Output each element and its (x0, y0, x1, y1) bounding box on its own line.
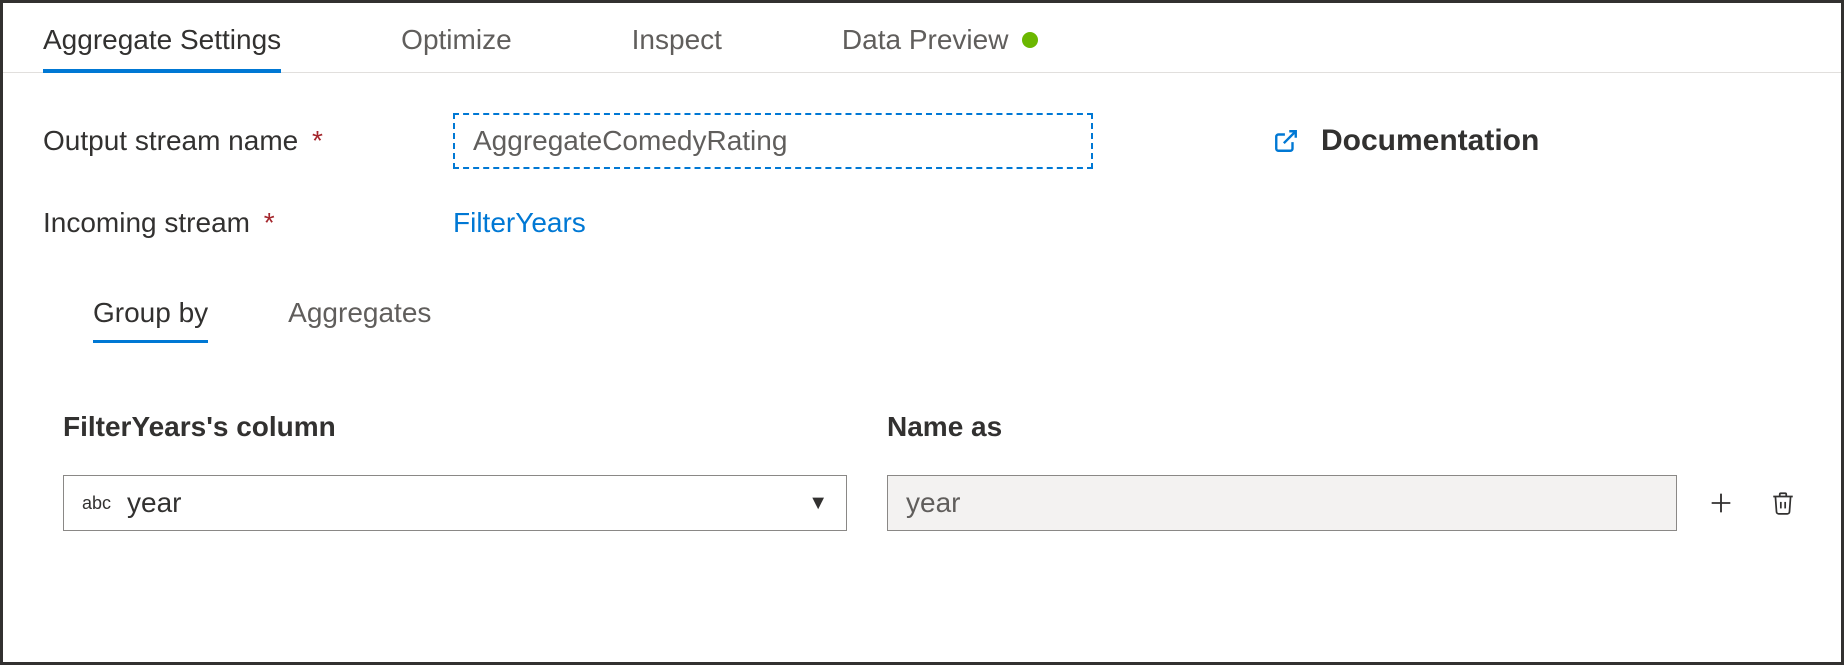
status-dot-icon (1022, 32, 1038, 48)
output-stream-row: Output stream name * Documentation (43, 113, 1801, 169)
tab-aggregate-settings[interactable]: Aggregate Settings (43, 6, 281, 70)
column-dropdown[interactable]: abc year ▼ (63, 475, 847, 531)
tab-data-preview[interactable]: Data Preview (842, 6, 1039, 70)
tab-label: Aggregate Settings (43, 24, 281, 56)
output-stream-input[interactable] (453, 113, 1093, 169)
tab-label: Data Preview (842, 24, 1009, 56)
documentation-link[interactable]: Documentation (1273, 124, 1539, 158)
required-asterisk: * (312, 125, 323, 156)
sub-tab-label: Group by (93, 297, 208, 328)
tab-inspect[interactable]: Inspect (632, 6, 722, 70)
incoming-stream-value[interactable]: FilterYears (453, 207, 586, 239)
sub-tab-group-by[interactable]: Group by (93, 283, 208, 341)
sub-tab-label: Aggregates (288, 297, 431, 328)
group-by-columns: FilterYears's column abc year ▼ Name as (43, 411, 1801, 531)
name-as-input[interactable] (887, 475, 1677, 531)
incoming-stream-row: Incoming stream * FilterYears (43, 207, 1801, 239)
label-text: Incoming stream (43, 207, 250, 238)
chevron-down-icon: ▼ (808, 492, 828, 515)
sub-tab-aggregates[interactable]: Aggregates (288, 283, 431, 341)
sub-tab-bar: Group by Aggregates (43, 277, 1801, 341)
delete-button[interactable] (1765, 485, 1801, 521)
incoming-stream-label: Incoming stream * (43, 207, 453, 239)
documentation-link-text: Documentation (1321, 124, 1539, 158)
label-text: Output stream name (43, 125, 298, 156)
output-stream-label: Output stream name * (43, 125, 453, 157)
dropdown-value: year (127, 487, 808, 519)
required-asterisk: * (264, 207, 275, 238)
external-link-icon (1273, 128, 1299, 154)
column-header-source: FilterYears's column (63, 411, 847, 443)
tab-label: Inspect (632, 24, 722, 56)
tab-label: Optimize (401, 24, 511, 56)
tab-optimize[interactable]: Optimize (401, 6, 511, 70)
type-tag: abc (82, 493, 111, 514)
column-header-name-as: Name as (887, 411, 1677, 443)
add-button[interactable] (1703, 485, 1739, 521)
top-tab-bar: Aggregate Settings Optimize Inspect Data… (3, 3, 1841, 73)
